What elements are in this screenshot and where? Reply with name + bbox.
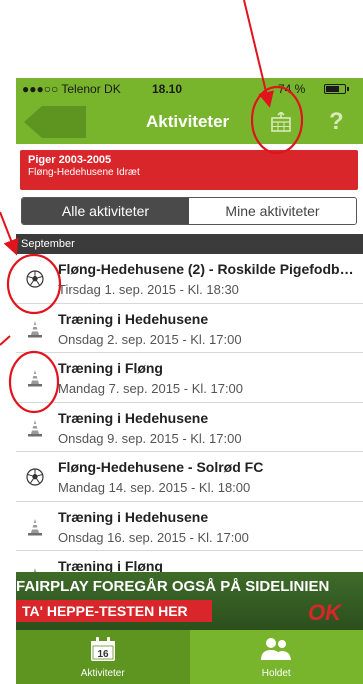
- activity-datetime: Tirsdag 1. sep. 2015 - Kl. 18:30: [58, 282, 239, 297]
- activity-title: Træning i Hedehusene: [58, 310, 209, 327]
- ad-logo: OK: [308, 600, 341, 625]
- calendar-export-icon[interactable]: [270, 112, 292, 132]
- activity-title: Fløng-Hedehusene (2) - Roskilde Pigefodb…: [58, 261, 358, 277]
- activity-datetime: Mandag 7. sep. 2015 - Kl. 17:00: [58, 381, 244, 396]
- status-bar: ●●●○○ Telenor DK 18.10 74 %: [16, 78, 363, 100]
- activity-row[interactable]: Fløng-Hedehusene - Solrød FC Mandag 14. s…: [16, 452, 363, 502]
- training-cone-icon: [26, 419, 44, 437]
- activity-row[interactable]: Træning i Hedehusene Onsdag 2. sep. 2015 …: [16, 303, 363, 353]
- team-name: Piger 2003-2005: [28, 154, 112, 166]
- ad-headline: FAIRPLAY FOREGÅR OGSÅ PÅ SIDELINIEN: [16, 578, 330, 595]
- soccer-ball-icon: [26, 468, 44, 486]
- phone-screen: ●●●○○ Telenor DK 18.10 74 % Aktiviteter …: [16, 78, 363, 684]
- activity-row[interactable]: Fløng-Hedehusene (2) - Roskilde Pigefodb…: [16, 254, 363, 304]
- battery-fill: [326, 86, 340, 92]
- carrier-label: ●●●○○ Telenor DK: [22, 82, 121, 96]
- month-header: September: [16, 234, 363, 254]
- segment-all-activities[interactable]: Alle aktiviteter: [22, 198, 189, 224]
- team-banner[interactable]: Piger 2003-2005 Fløng-Hedehusene Idræt: [20, 150, 358, 190]
- people-icon: [261, 638, 292, 660]
- tab-activities[interactable]: 16 Aktiviteter: [16, 630, 190, 684]
- training-cone-icon: [26, 320, 44, 338]
- ad-cta: TA' HEPPE-TESTEN HER: [16, 600, 212, 622]
- help-button[interactable]: ?: [329, 108, 344, 136]
- activity-row[interactable]: Træning i Fløng Mandag 7. sep. 2015 - Kl.…: [16, 353, 363, 403]
- ad-banner[interactable]: FAIRPLAY FOREGÅR OGSÅ PÅ SIDELINIEN TA' …: [16, 572, 363, 630]
- training-cone-icon: [26, 518, 44, 536]
- activity-title: Fløng-Hedehusene - Solrød FC: [58, 459, 264, 475]
- annotation-arrow-left: [0, 211, 19, 256]
- soccer-ball-icon: [26, 270, 44, 288]
- activity-datetime: Onsdag 9. sep. 2015 - Kl. 17:00: [58, 430, 242, 446]
- back-button[interactable]: [24, 106, 86, 138]
- activity-row[interactable]: Træning i Hedehusene Onsdag 16. sep. 2015…: [16, 501, 363, 551]
- calendar-day-number: 16: [97, 649, 109, 660]
- segment-my-activities[interactable]: Mine aktiviteter: [189, 198, 356, 224]
- tab-label-activities: Aktiviteter: [80, 668, 125, 679]
- tab-bar: 16 Aktiviteter Holdet: [16, 630, 363, 684]
- tab-team[interactable]: Holdet: [189, 630, 363, 684]
- annotation-arrow-left-2: [0, 335, 11, 346]
- activity-title: Træning i Hedehusene: [58, 409, 209, 426]
- activity-datetime: Onsdag 2. sep. 2015 - Kl. 17:00: [58, 331, 242, 347]
- calendar-icon: 16: [90, 637, 115, 661]
- page-title: Aktiviteter: [146, 112, 230, 131]
- battery-percent: 74 %: [278, 82, 306, 96]
- activity-row[interactable]: Træning i Hedehusene Onsdag 9. sep. 2015 …: [16, 402, 363, 452]
- training-cone-icon: [26, 369, 44, 387]
- team-club: Fløng-Hedehusene Idræt: [28, 167, 140, 178]
- activity-datetime: Mandag 14. sep. 2015 - Kl. 18:00: [58, 480, 251, 495]
- battery-icon: [324, 84, 349, 94]
- activity-list: Fløng-Hedehusene (2) - Roskilde Pigefodb…: [16, 254, 363, 601]
- tab-label-team: Holdet: [261, 668, 291, 679]
- nav-bar: Aktiviteter ?: [16, 100, 363, 144]
- clock: 18.10: [152, 82, 183, 96]
- activity-title: Træning i Hedehusene: [58, 508, 209, 525]
- activity-filter-segmented: Alle aktiviteter Mine aktiviteter: [21, 197, 357, 225]
- activity-datetime: Onsdag 16. sep. 2015 - Kl. 17:00: [58, 529, 249, 545]
- activity-title: Træning i Fløng: [58, 360, 163, 376]
